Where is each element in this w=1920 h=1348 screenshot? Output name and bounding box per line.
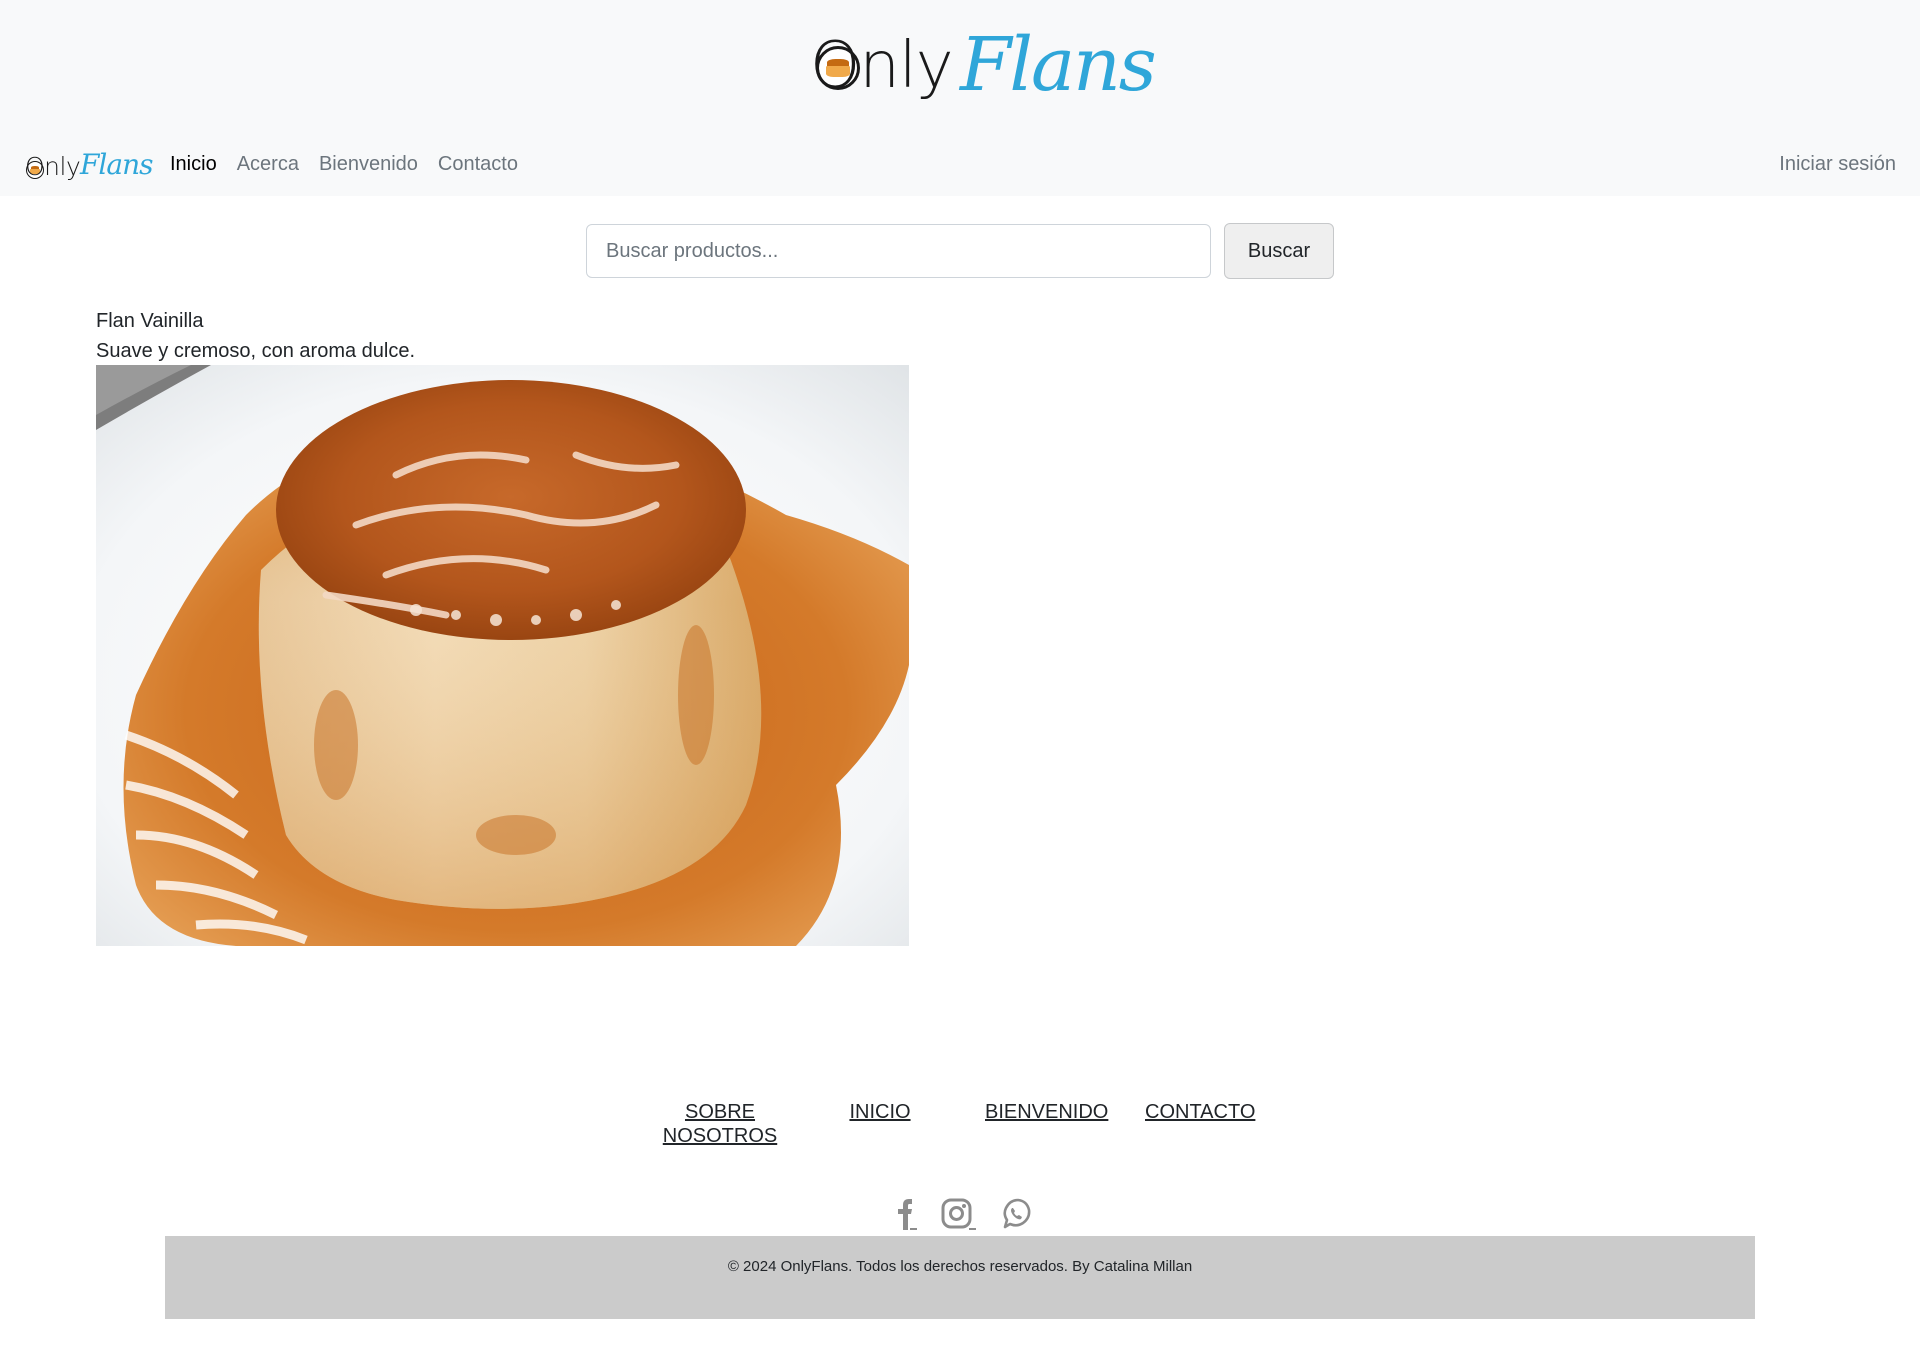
footer-bar: © 2024 OnlyFlans. Todos los derechos res… <box>165 1236 1755 1319</box>
nav-link-inicio[interactable]: Inicio <box>170 150 217 178</box>
logo-flans-text: Flans <box>960 22 1157 108</box>
footer-link-label: NOSOTROS <box>662 1125 778 1147</box>
nav-link-contacto[interactable]: Contacto <box>438 150 518 178</box>
social-icons <box>886 1196 1036 1236</box>
instagram-icon[interactable] <box>940 1196 976 1232</box>
footer-link-sobre-nosotros[interactable]: SOBRE NOSOTROS <box>660 1100 780 1148</box>
search-button[interactable]: Buscar <box>1224 223 1334 279</box>
facebook-icon[interactable] <box>886 1196 922 1232</box>
site-header: Only Flans Only Flans Inicio Acerca Bien… <box>0 0 1920 196</box>
logo-only-text: Only <box>810 29 954 103</box>
footer-link-bienvenido[interactable]: BIENVENIDO <box>985 1100 1108 1124</box>
footer-link-label: SOBRE <box>684 1101 756 1123</box>
copyright-text: © 2024 OnlyFlans. Todos los derechos res… <box>727 1258 1193 1275</box>
nav-link-bienvenido[interactable]: Bienvenido <box>319 150 418 178</box>
login-link[interactable]: Iniciar sesión <box>1779 150 1896 178</box>
navbar: Only Flans Inicio Acerca Bienvenido Cont… <box>0 136 1920 196</box>
footer-link-inicio[interactable]: INICIO <box>840 1100 920 1124</box>
brand-only-text: Only <box>25 152 81 181</box>
navbar-brand[interactable]: Only Flans <box>25 148 153 184</box>
product-image <box>96 365 909 946</box>
brand-flans-text: Flans <box>80 148 153 181</box>
flan-photo <box>96 365 909 946</box>
nav-links: Inicio Acerca Bienvenido Contacto <box>170 150 518 178</box>
header-logo: Only Flans <box>810 22 1157 108</box>
product-description: Suave y cremoso, con aroma dulce. <box>96 340 416 362</box>
footer-link-contacto[interactable]: CONTACTO <box>1145 1100 1255 1124</box>
whatsapp-icon[interactable] <box>998 1196 1034 1232</box>
footer-links: SOBRE NOSOTROS INICIO BIENVENIDO CONTACT… <box>0 1100 1920 1160</box>
nav-link-acerca[interactable]: Acerca <box>237 150 299 178</box>
search-input[interactable] <box>586 224 1211 278</box>
product-name: Flan Vainilla <box>96 310 204 332</box>
